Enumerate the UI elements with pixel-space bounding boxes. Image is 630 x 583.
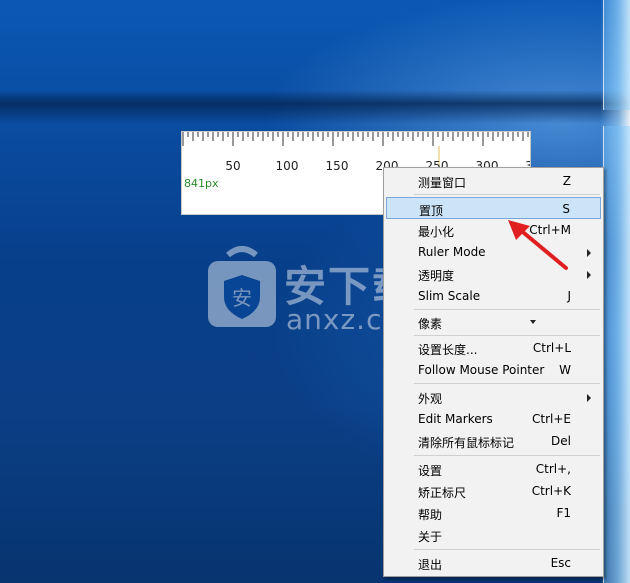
menu-item-shortcut: Del: [551, 434, 571, 448]
shield-char: 安: [232, 286, 252, 310]
wallpaper-window-pane: [603, 126, 630, 583]
menu-item-label: 关于: [418, 530, 443, 544]
menu-item-exit[interactable]: 退出 Esc: [386, 552, 601, 574]
menu-item-shortcut: Z: [562, 174, 571, 188]
menu-item-shortcut: Esc: [550, 556, 571, 570]
wallpaper-window-pane: [603, 0, 630, 110]
menu-item-label: Edit Markers: [418, 412, 493, 426]
shield-icon: 安: [208, 246, 276, 327]
menu-item-label: 设置长度...: [418, 343, 478, 357]
menu-item-shortcut: Ctrl+E: [532, 412, 571, 426]
menu-item-edit-markers[interactable]: Edit Markers Ctrl+E: [386, 408, 601, 430]
menu-item-label: 置顶: [419, 204, 444, 218]
menu-item-label: 帮助: [418, 508, 443, 522]
dropdown-arrow-icon: [530, 320, 536, 324]
menu-item-label: 设置: [418, 464, 443, 478]
menu-item-slim-scale[interactable]: Slim Scale J: [386, 285, 601, 307]
ruler-tick-label: 100: [275, 159, 299, 173]
menu-item-label: Follow Mouse Pointer: [418, 363, 545, 377]
menu-item-shortcut: F1: [556, 506, 571, 520]
menu-item-shortcut: Ctrl+K: [531, 484, 571, 498]
menu-item-label: 矫正标尺: [418, 486, 467, 500]
menu-item-about[interactable]: 关于: [386, 524, 601, 546]
menu-separator: [414, 383, 600, 384]
menu-separator: [414, 309, 600, 310]
submenu-arrow-icon: [587, 394, 591, 402]
menu-item-follow-mouse-pointer[interactable]: Follow Mouse Pointer W: [386, 359, 601, 381]
menu-item-shortcut: W: [559, 363, 571, 377]
menu-item-clear-markers[interactable]: 清除所有鼠标标记 Del: [386, 430, 601, 452]
ruler-readout: 841px: [184, 177, 219, 190]
menu-item-shortcut: Ctrl+L: [532, 341, 571, 355]
menu-item-measure-window[interactable]: 测量窗口 Z: [386, 170, 601, 192]
submenu-arrow-icon: [587, 271, 591, 279]
menu-item-label: 像素: [418, 317, 443, 331]
menu-item-label: 清除所有鼠标标记: [418, 436, 515, 450]
ruler-tick-label: 150: [325, 159, 349, 173]
menu-item-label: Ruler Mode: [418, 245, 486, 259]
menu-separator: [414, 335, 600, 336]
menu-item-settings[interactable]: 设置 Ctrl+,: [386, 458, 601, 480]
wallpaper-band: [0, 90, 630, 124]
ruler-tick-label: 50: [225, 159, 241, 173]
menu-item-shortcut: Ctrl+,: [535, 462, 571, 476]
menu-separator: [414, 549, 600, 550]
menu-item-shortcut: J: [567, 289, 571, 303]
submenu-arrow-icon: [587, 249, 591, 257]
menu-item-label: 透明度: [418, 269, 455, 283]
menu-item-label: Slim Scale: [418, 289, 481, 303]
menu-item-label: 外观: [418, 392, 443, 406]
menu-item-calibrate-ruler[interactable]: 矫正标尺 Ctrl+K: [386, 480, 601, 502]
menu-item-pixels[interactable]: 像素: [386, 311, 601, 333]
menu-item-label: 测量窗口: [418, 176, 467, 190]
menu-item-label: 退出: [418, 558, 443, 572]
menu-separator: [414, 455, 600, 456]
annotation-arrow-icon: [508, 220, 568, 270]
menu-item-help[interactable]: 帮助 F1: [386, 502, 601, 524]
menu-item-appearance[interactable]: 外观: [386, 386, 601, 408]
menu-separator: [414, 194, 600, 195]
menu-item-label: 最小化: [418, 225, 455, 239]
menu-item-set-length[interactable]: 设置长度... Ctrl+L: [386, 337, 601, 359]
